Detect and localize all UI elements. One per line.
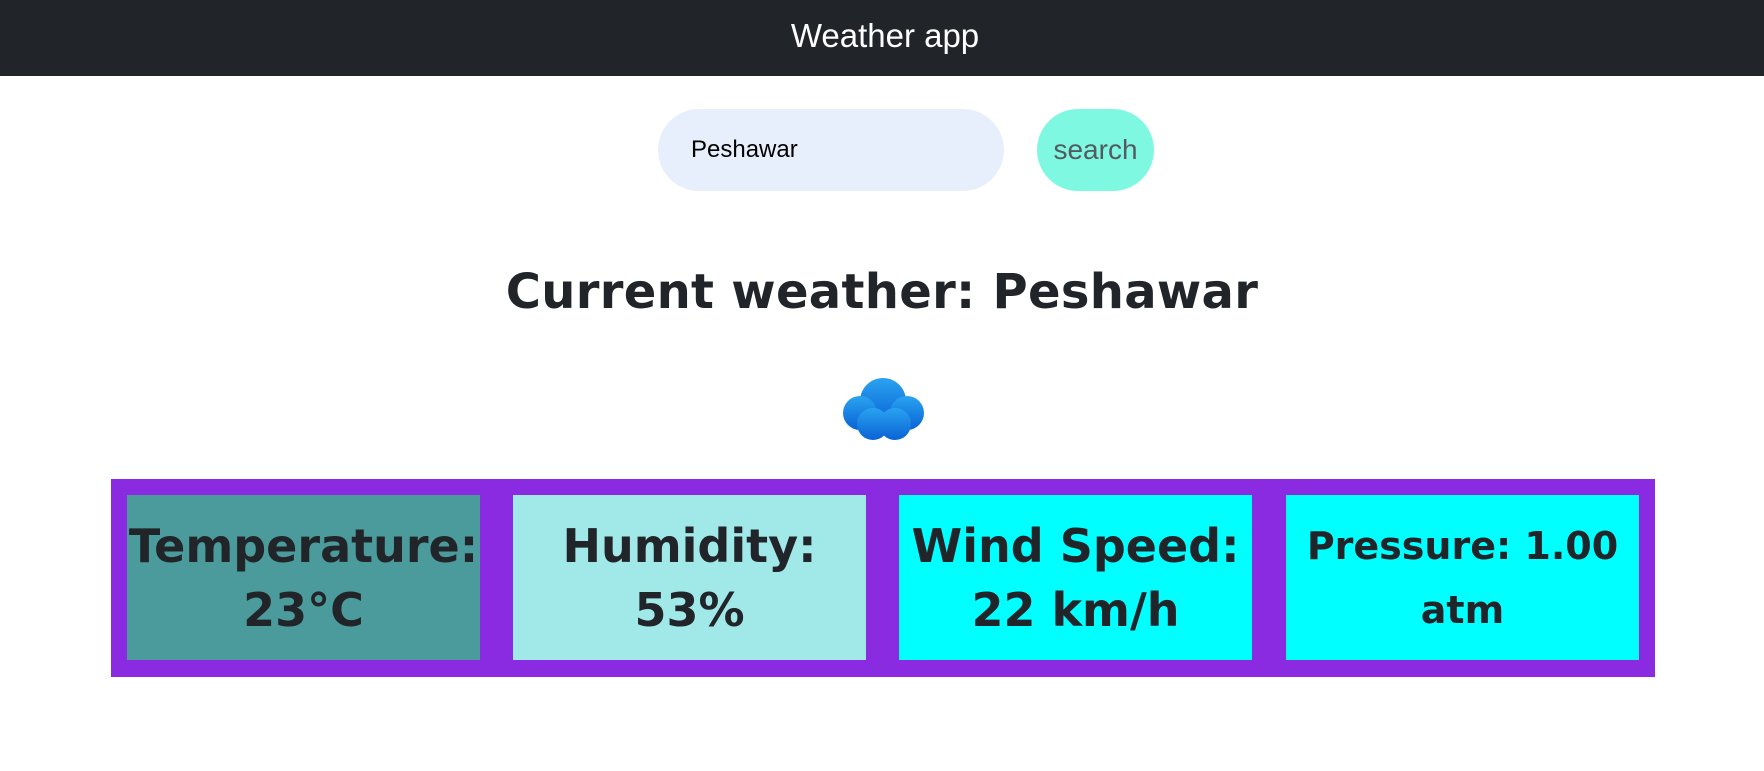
search-button[interactable]: search	[1037, 109, 1154, 191]
humidity-label: Humidity:	[562, 518, 817, 573]
pressure-unit: atm	[1420, 587, 1505, 632]
city-search-input[interactable]	[658, 109, 1004, 191]
cloud-icon	[843, 378, 924, 440]
humidity-card: Humidity: 53%	[513, 495, 866, 660]
wind-speed-label: Wind Speed:	[911, 518, 1240, 573]
app-title: Weather app	[790, 16, 980, 54]
pressure-card: Pressure: 1.00 atm	[1286, 495, 1639, 660]
pressure-label: Pressure: 1.00	[1306, 523, 1619, 568]
wind-speed-value: 22 km/h	[971, 582, 1180, 637]
page-title: Current weather: Peshawar	[505, 264, 1259, 320]
weather-stats-panel: Temperature: 23°C Humidity: 53% Wind Spe…	[111, 479, 1655, 677]
temperature-value: 23°C	[243, 582, 364, 637]
wind-speed-card: Wind Speed: 22 km/h	[899, 495, 1252, 660]
navbar: Weather app	[0, 0, 1764, 76]
temperature-card: Temperature: 23°C	[127, 495, 480, 660]
humidity-value: 53%	[634, 582, 745, 637]
temperature-label: Temperature:	[128, 518, 479, 573]
